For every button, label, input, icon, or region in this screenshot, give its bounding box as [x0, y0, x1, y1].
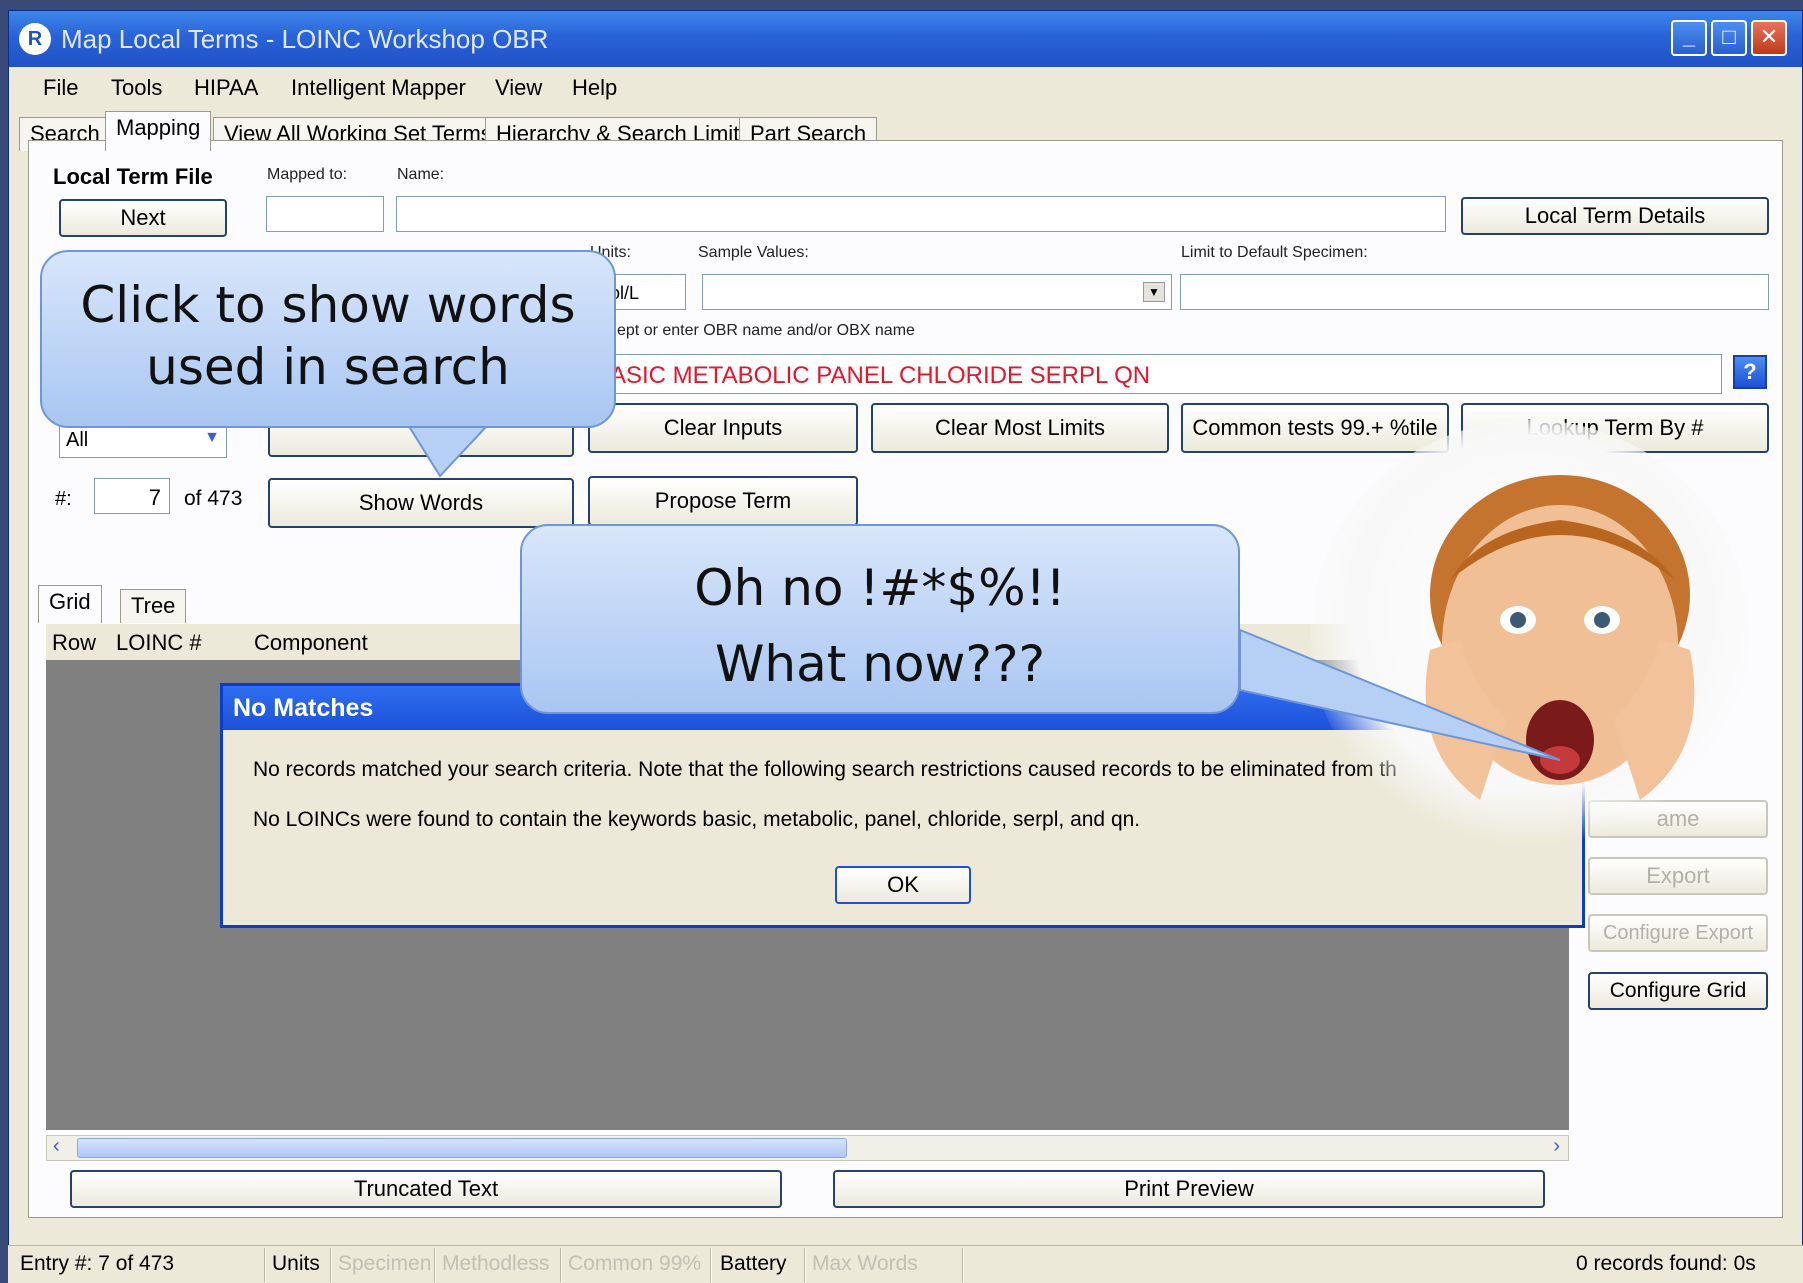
show-words-callout-line1: Click to show words: [80, 276, 576, 334]
show-words-callout-line2: used in search: [146, 338, 510, 396]
show-words-callout: Click to show words used in search: [40, 250, 616, 428]
oh-no-callout-line2: What now???: [714, 635, 1046, 693]
tab-mapping[interactable]: Mapping: [105, 111, 212, 151]
oh-no-callout-line1: Oh no !#*$%!!: [694, 559, 1066, 617]
oh-no-callout: Oh no !#*$%!! What now???: [520, 524, 1240, 714]
oh-no-callout-pointer: [1239, 628, 1561, 761]
tab-grid[interactable]: Grid: [38, 585, 102, 623]
